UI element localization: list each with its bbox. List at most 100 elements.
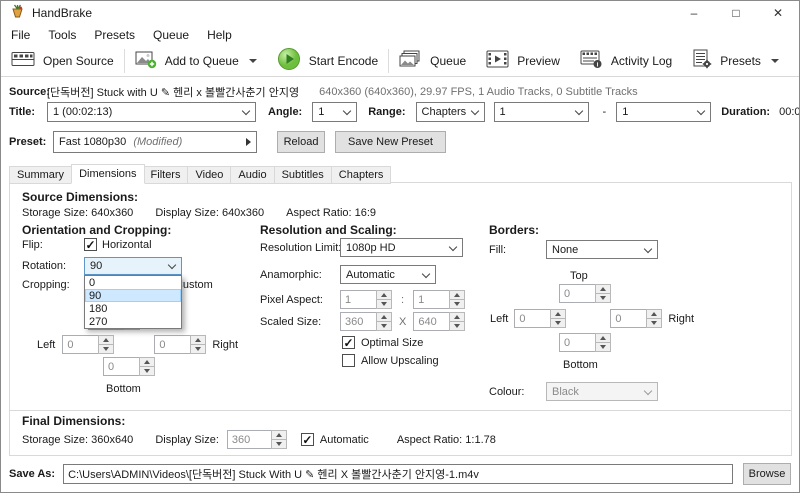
range-start-select[interactable]: 1 bbox=[494, 102, 589, 122]
spin-up-icon[interactable] bbox=[550, 309, 566, 319]
presets-button[interactable]: Presets bbox=[682, 45, 789, 76]
spin-down-icon[interactable] bbox=[98, 345, 114, 354]
menu-tools[interactable]: Tools bbox=[39, 26, 85, 44]
rotation-select[interactable]: 90 bbox=[84, 257, 182, 275]
crop-left-spinner[interactable]: 0 bbox=[62, 335, 114, 354]
browse-button[interactable]: Browse bbox=[743, 463, 791, 485]
handbrake-logo-icon bbox=[10, 4, 25, 22]
spin-up-icon[interactable] bbox=[595, 284, 611, 294]
spin-up-icon[interactable] bbox=[449, 290, 465, 300]
final-display-size-spinner[interactable]: 360 bbox=[227, 430, 287, 449]
rotation-option-180[interactable]: 180 bbox=[85, 302, 181, 315]
spin-down-icon[interactable] bbox=[449, 322, 465, 331]
rotation-option-270[interactable]: 270 bbox=[85, 315, 181, 328]
spin-down-icon[interactable] bbox=[595, 343, 611, 352]
pixel-aspect-x-spinner[interactable]: 1 bbox=[340, 290, 392, 309]
rotation-dropdown-list: 0 90 180 270 bbox=[84, 275, 182, 329]
activity-log-button[interactable]: i Activity Log bbox=[570, 45, 682, 76]
rotation-option-0[interactable]: 0 bbox=[85, 276, 181, 289]
scaled-width-spinner[interactable]: 360 bbox=[340, 312, 392, 331]
menu-file[interactable]: File bbox=[2, 26, 39, 44]
spin-down-icon[interactable] bbox=[376, 300, 392, 309]
spin-down-icon[interactable] bbox=[646, 319, 662, 328]
crop-right-spinner[interactable]: 0 bbox=[154, 335, 206, 354]
add-to-queue-button[interactable]: Add to Queue bbox=[125, 45, 267, 76]
chevron-down-icon bbox=[422, 271, 430, 279]
flip-horizontal-checkbox[interactable]: ✓ bbox=[84, 238, 97, 251]
spin-down-icon[interactable] bbox=[271, 440, 287, 449]
spin-down-icon[interactable] bbox=[139, 367, 155, 376]
flip-horizontal-label: Horizontal bbox=[102, 239, 152, 251]
menu-queue[interactable]: Queue bbox=[144, 26, 198, 44]
spin-down-icon[interactable] bbox=[376, 322, 392, 331]
queue-icon bbox=[399, 50, 422, 72]
tab-summary[interactable]: Summary bbox=[9, 166, 72, 184]
expand-right-icon bbox=[246, 138, 251, 146]
range-end-select[interactable]: 1 bbox=[616, 102, 711, 122]
queue-button[interactable]: Queue bbox=[389, 45, 476, 76]
final-automatic-checkbox[interactable]: ✓ bbox=[301, 433, 314, 446]
menu-bar: File Tools Presets Queue Help bbox=[1, 25, 799, 45]
save-as-input[interactable] bbox=[63, 464, 733, 484]
anamorphic-select[interactable]: Automatic bbox=[340, 265, 436, 284]
open-source-button[interactable]: Open Source bbox=[1, 45, 124, 76]
resolution-limit-select[interactable]: 1080p HD bbox=[340, 238, 463, 257]
range-type-select[interactable]: Chapters bbox=[416, 102, 485, 122]
spin-down-icon[interactable] bbox=[550, 319, 566, 328]
allow-upscaling-label: Allow Upscaling bbox=[361, 355, 439, 367]
preview-button[interactable]: Preview bbox=[476, 45, 570, 76]
spin-down-icon[interactable] bbox=[190, 345, 206, 354]
final-storage-size: Storage Size: 360x640 bbox=[22, 434, 133, 446]
start-encode-button[interactable]: Start Encode bbox=[267, 45, 388, 76]
tab-subtitles[interactable]: Subtitles bbox=[275, 166, 332, 184]
colour-select[interactable]: Black bbox=[546, 382, 658, 401]
border-top-spinner[interactable]: 0 bbox=[559, 284, 611, 303]
spin-up-icon[interactable] bbox=[98, 335, 114, 345]
close-icon[interactable]: ✕ bbox=[757, 1, 799, 25]
add-to-queue-dropdown-icon[interactable] bbox=[249, 59, 257, 63]
presets-dropdown-icon[interactable] bbox=[771, 59, 779, 63]
tab-video[interactable]: Video bbox=[188, 166, 231, 184]
angle-select[interactable]: 1 bbox=[312, 102, 357, 122]
source-dimensions-heading: Source Dimensions: bbox=[22, 190, 138, 204]
title-select[interactable]: 1 (00:02:13) bbox=[47, 102, 256, 122]
save-new-preset-button[interactable]: Save New Preset bbox=[335, 131, 446, 153]
tab-audio[interactable]: Audio bbox=[231, 166, 274, 184]
border-top-label: Top bbox=[570, 270, 588, 282]
reload-button[interactable]: Reload bbox=[277, 131, 325, 153]
spin-up-icon[interactable] bbox=[376, 312, 392, 322]
minimize-icon[interactable]: – bbox=[673, 1, 715, 25]
fill-select[interactable]: None bbox=[546, 240, 658, 259]
crop-bottom-spinner[interactable]: 0 bbox=[103, 357, 155, 376]
spin-up-icon[interactable] bbox=[139, 357, 155, 367]
pixel-aspect-y-spinner[interactable]: 1 bbox=[413, 290, 465, 309]
border-left-spinner[interactable]: 0 bbox=[514, 309, 566, 328]
border-right-spinner[interactable]: 0 bbox=[610, 309, 662, 328]
tab-dimensions[interactable]: Dimensions bbox=[71, 164, 144, 184]
range-label: Range: bbox=[368, 106, 405, 118]
tab-chapters[interactable]: Chapters bbox=[332, 166, 392, 184]
scaled-height-spinner[interactable]: 640 bbox=[413, 312, 465, 331]
spin-down-icon[interactable] bbox=[449, 300, 465, 309]
spin-down-icon[interactable] bbox=[595, 294, 611, 303]
border-bottom-spinner[interactable]: 0 bbox=[559, 333, 611, 352]
spin-up-icon[interactable] bbox=[646, 309, 662, 319]
optimal-size-checkbox[interactable]: ✓ bbox=[342, 336, 355, 349]
menu-help[interactable]: Help bbox=[198, 26, 241, 44]
tab-filters[interactable]: Filters bbox=[144, 166, 189, 184]
spin-up-icon[interactable] bbox=[595, 333, 611, 343]
toolbar: Open Source Add to Queue bbox=[1, 45, 799, 77]
spin-up-icon[interactable] bbox=[449, 312, 465, 322]
spin-up-icon[interactable] bbox=[376, 290, 392, 300]
spin-up-icon[interactable] bbox=[190, 335, 206, 345]
chevron-down-icon bbox=[471, 108, 479, 116]
maximize-icon[interactable]: □ bbox=[715, 1, 757, 25]
allow-upscaling-checkbox[interactable] bbox=[342, 354, 355, 367]
preset-label: Preset: bbox=[9, 136, 53, 148]
menu-presets[interactable]: Presets bbox=[85, 26, 144, 44]
spin-up-icon[interactable] bbox=[271, 430, 287, 440]
rotation-option-90[interactable]: 90 bbox=[85, 289, 181, 302]
chevron-down-icon bbox=[644, 246, 652, 254]
add-to-queue-icon bbox=[135, 50, 157, 72]
preset-select[interactable]: Fast 1080p30 (Modified) bbox=[53, 131, 257, 153]
